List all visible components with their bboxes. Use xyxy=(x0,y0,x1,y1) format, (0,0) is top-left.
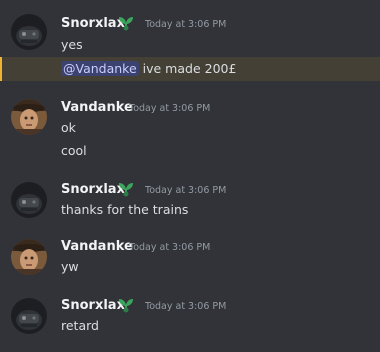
user-mention[interactable]: @Vandanke xyxy=(61,61,139,76)
message-text: @Vandanke ive made 200£ xyxy=(61,60,236,78)
snorxlax-avatar[interactable] xyxy=(11,14,47,50)
vandanke-avatar[interactable] xyxy=(11,99,47,135)
timestamp: Today at 3:06 PM xyxy=(129,103,211,114)
message-text: thanks for the trains xyxy=(61,202,189,217)
author-name[interactable]: Vandanke xyxy=(61,100,133,116)
seedling-badge-icon[interactable] xyxy=(117,297,135,313)
timestamp: Today at 3:06 PM xyxy=(145,301,227,312)
message-text: retard xyxy=(61,318,99,333)
message-text: ok xyxy=(61,120,76,135)
timestamp: Today at 3:06 PM xyxy=(145,19,227,30)
message-text: yes xyxy=(61,37,83,52)
snorxlax-avatar[interactable] xyxy=(11,298,47,334)
author-name[interactable]: Vandanke xyxy=(61,239,133,255)
vandanke-avatar[interactable] xyxy=(11,239,47,275)
timestamp: Today at 3:06 PM xyxy=(145,185,227,196)
author-name[interactable]: Snorxlax xyxy=(61,182,125,198)
snorxlax-avatar[interactable] xyxy=(11,182,47,218)
seedling-badge-icon[interactable] xyxy=(117,15,135,31)
author-name[interactable]: Snorxlax xyxy=(61,16,125,32)
mention-indicator-bar xyxy=(0,57,2,81)
timestamp: Today at 3:06 PM xyxy=(129,242,211,253)
author-name[interactable]: Snorxlax xyxy=(61,298,125,314)
chat-message-list: Snorxlax Today at 3:06 PM yes @Vandanke … xyxy=(0,0,380,352)
mention-highlight-row: @Vandanke ive made 200£ xyxy=(0,57,380,81)
message-text: yw xyxy=(61,259,79,274)
message-text-rest: ive made 200£ xyxy=(138,61,237,76)
seedling-badge-icon[interactable] xyxy=(117,181,135,197)
message-text: cool xyxy=(61,143,87,158)
